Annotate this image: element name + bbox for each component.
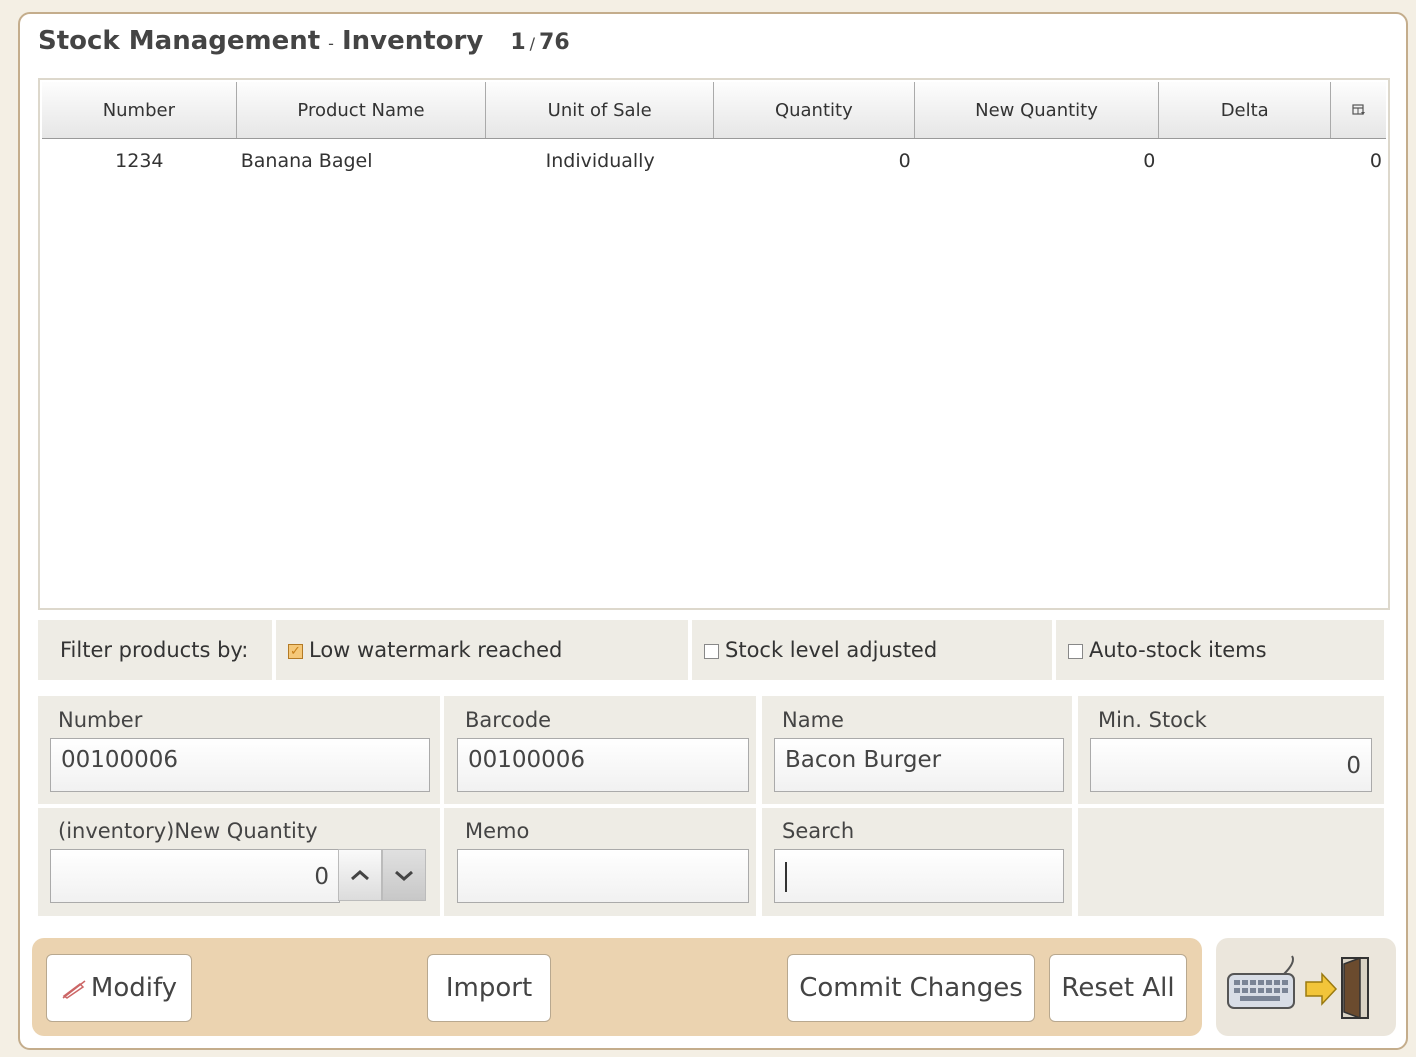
- filter-auto-stock[interactable]: Auto-stock items: [1056, 620, 1384, 680]
- min-stock-label: Min. Stock: [1098, 708, 1207, 732]
- cell-product-name: Banana Bagel: [240, 150, 373, 172]
- filter-low-watermark-label: Low watermark reached: [309, 638, 563, 662]
- filter-auto-stock-label: Auto-stock items: [1089, 638, 1267, 662]
- number-input[interactable]: 00100006: [50, 738, 430, 792]
- barcode-input[interactable]: 00100006: [457, 738, 749, 792]
- product-form: Number 00100006 Barcode 00100006 Name Ba…: [38, 696, 1384, 916]
- col-header-new-quantity[interactable]: New Quantity: [915, 82, 1160, 138]
- number-label: Number: [58, 708, 143, 732]
- text-caret: [785, 862, 787, 892]
- decrement-button[interactable]: [382, 849, 426, 901]
- search-label: Search: [782, 819, 855, 843]
- filter-label: Filter products by:: [38, 620, 272, 680]
- checkbox-unchecked-icon[interactable]: [704, 643, 719, 659]
- page-separator: /: [529, 34, 536, 53]
- action-bar: Modify Import Commit Changes Reset All: [32, 938, 1202, 1036]
- new-quantity-label: (inventory)New Quantity: [58, 819, 318, 843]
- title-separator: -: [328, 34, 334, 53]
- min-stock-input[interactable]: 0: [1090, 738, 1372, 792]
- title-main: Stock Management: [38, 26, 321, 56]
- checkbox-checked-icon[interactable]: ✓: [288, 643, 303, 659]
- pencil-icon: [62, 980, 86, 999]
- search-input[interactable]: [774, 849, 1064, 903]
- modify-label: Modify: [90, 973, 178, 1003]
- filter-stock-adjusted-label: Stock level adjusted: [725, 638, 938, 662]
- cell-unit-of-sale: Individually: [545, 150, 655, 172]
- col-header-quantity[interactable]: Quantity: [714, 82, 915, 138]
- cell-number: 1234: [115, 150, 164, 172]
- name-label: Name: [782, 708, 844, 732]
- keyboard-exit-icon: [1227, 955, 1369, 1020]
- page-total: 76: [539, 30, 570, 55]
- memo-input[interactable]: [457, 849, 749, 903]
- cell-new-quantity: 0: [1143, 150, 1156, 172]
- modify-button[interactable]: Modify: [46, 954, 192, 1022]
- reset-all-button[interactable]: Reset All: [1049, 954, 1187, 1022]
- col-header-unit-of-sale[interactable]: Unit of Sale: [486, 82, 714, 138]
- chevron-down-icon: [395, 870, 413, 881]
- col-header-number[interactable]: Number: [42, 82, 237, 138]
- name-input[interactable]: Bacon Burger: [774, 738, 1064, 792]
- inventory-table: Number Product Name Unit of Sale Quantit…: [38, 78, 1390, 610]
- commit-changes-button[interactable]: Commit Changes: [787, 954, 1035, 1022]
- page-title: Stock Management - Inventory 1/76: [38, 26, 570, 56]
- exit-button[interactable]: [1216, 938, 1396, 1036]
- new-quantity-input[interactable]: 0: [50, 849, 340, 903]
- cell-delta: 0: [1369, 150, 1382, 172]
- page-current: 1: [510, 30, 526, 55]
- filter-bar: Filter products by: ✓ Low watermark reac…: [38, 620, 1384, 682]
- col-header-product-name[interactable]: Product Name: [237, 82, 487, 138]
- memo-label: Memo: [465, 819, 530, 843]
- filter-low-watermark[interactable]: ✓ Low watermark reached: [276, 620, 688, 680]
- cell-quantity: 0: [898, 150, 911, 172]
- chevron-up-icon: [351, 870, 369, 881]
- table-header: Number Product Name Unit of Sale Quantit…: [42, 82, 1386, 139]
- col-header-delta[interactable]: Delta: [1159, 82, 1332, 138]
- barcode-label: Barcode: [465, 708, 552, 732]
- filter-stock-adjusted[interactable]: Stock level adjusted: [692, 620, 1052, 680]
- import-button[interactable]: Import: [427, 954, 551, 1022]
- column-chooser-icon[interactable]: [1331, 82, 1386, 138]
- column-chooser-glyph: [1351, 104, 1365, 115]
- increment-button[interactable]: [338, 849, 382, 901]
- table-row[interactable]: 1234 Banana Bagel Individually 0 0 0: [42, 140, 1386, 182]
- title-sub: Inventory: [341, 26, 484, 56]
- pager: 1/76: [510, 30, 569, 55]
- checkbox-unchecked-icon[interactable]: [1068, 643, 1083, 659]
